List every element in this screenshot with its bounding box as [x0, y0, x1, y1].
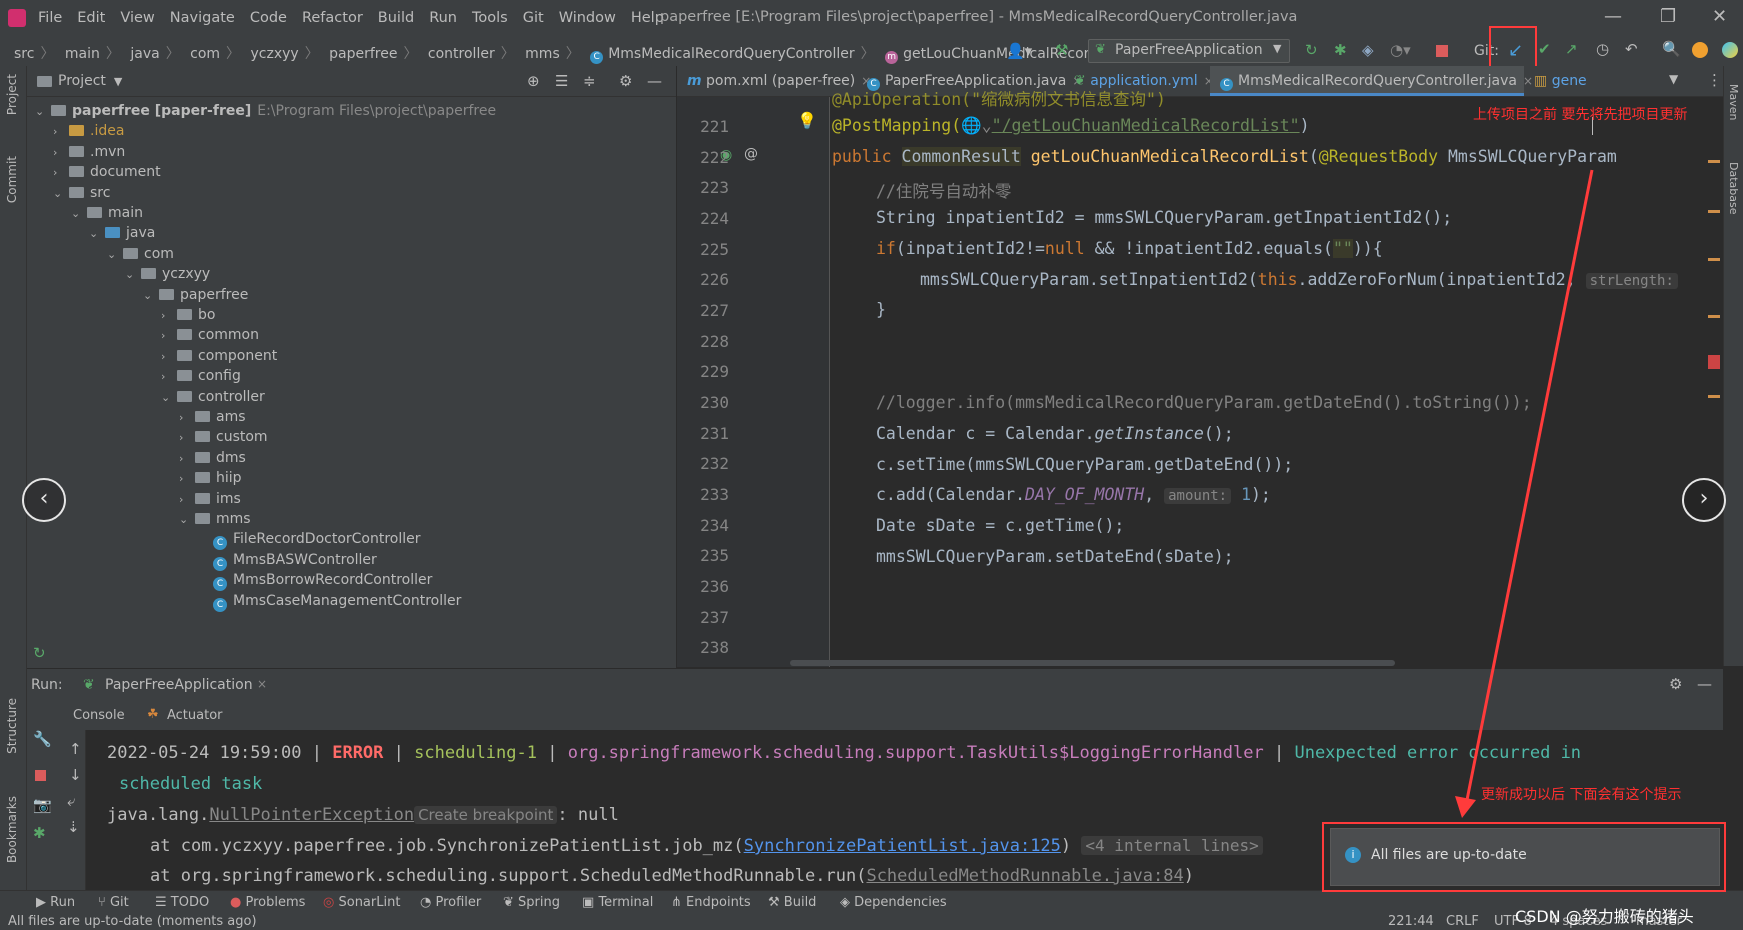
annotation-arrow: [1455, 169, 1594, 818]
annotation-arrow-head: [1455, 796, 1476, 818]
prev-slide-button[interactable]: ‹: [22, 478, 66, 522]
watermark: CSDN @努力搬砖的猪头: [1515, 907, 1694, 926]
annotation-arrow-line: [1464, 169, 1594, 806]
next-slide-button[interactable]: ›: [1682, 478, 1726, 522]
